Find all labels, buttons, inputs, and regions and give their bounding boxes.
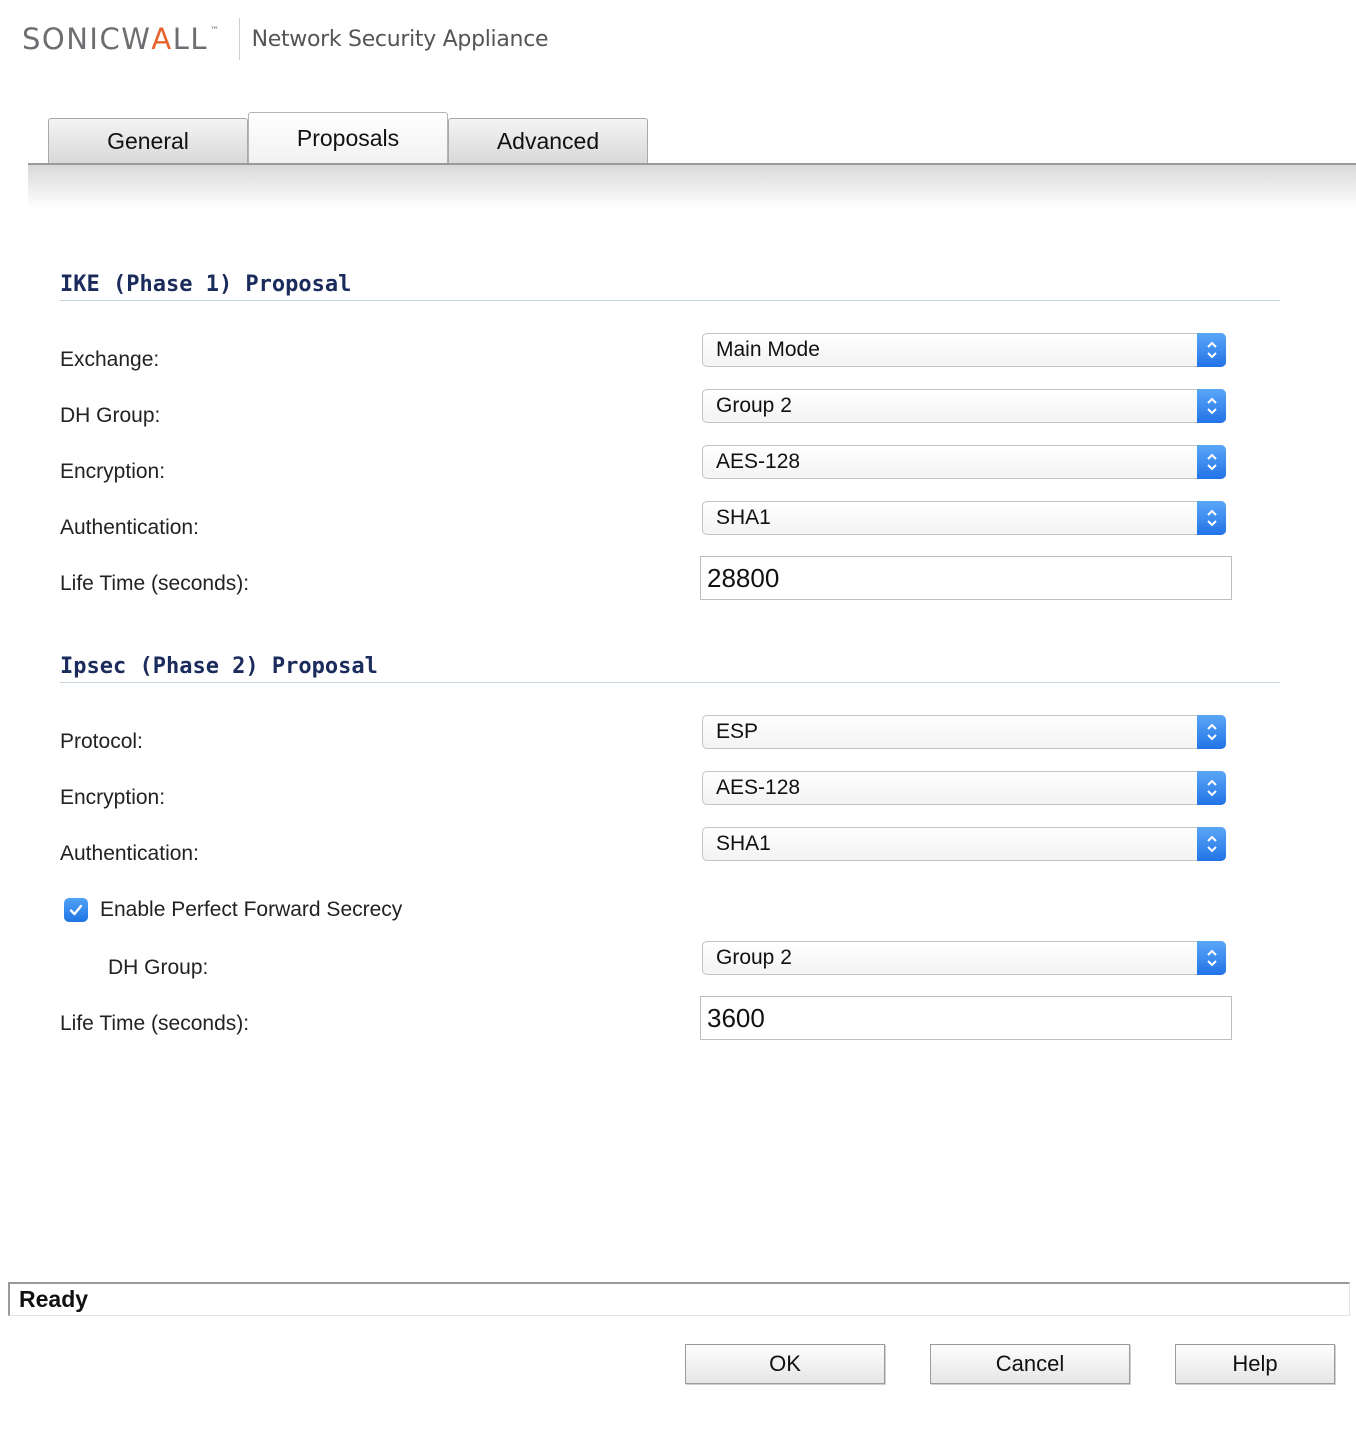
ike-exchange-select[interactable]: Main Mode	[702, 333, 1226, 367]
ipsec-encryption-select[interactable]: AES-128	[702, 771, 1226, 805]
ipsec-protocol-value: ESP	[716, 720, 759, 743]
ipsec-lifetime-input[interactable]: 3600	[700, 996, 1232, 1040]
chevron-up-down-icon	[1197, 501, 1226, 535]
chevron-up-down-icon	[1197, 827, 1226, 861]
ipsec-dh-group-value: Group 2	[716, 946, 792, 969]
ike-authentication-select[interactable]: SHA1	[702, 501, 1226, 535]
tab-advanced[interactable]: Advanced	[448, 118, 648, 164]
ike-lifetime-input[interactable]: 28800	[700, 556, 1232, 600]
chevron-up-down-icon	[1197, 445, 1226, 479]
ike-lifetime-label: Life Time (seconds):	[60, 572, 250, 595]
ike-section-title: IKE (Phase 1) Proposal	[60, 272, 352, 297]
ipsec-section-divider	[60, 682, 1280, 683]
tab-general[interactable]: General	[48, 118, 248, 164]
ike-dh-group-value: Group 2	[716, 394, 792, 417]
tab-content-shade	[28, 165, 1356, 209]
chevron-up-down-icon	[1197, 771, 1226, 805]
ike-exchange-label: Exchange:	[60, 348, 160, 371]
ipsec-dh-group-label: DH Group:	[108, 956, 209, 979]
logo-trademark: ™	[210, 26, 221, 36]
chevron-up-down-icon	[1197, 941, 1226, 975]
ipsec-authentication-label: Authentication:	[60, 842, 199, 865]
product-name: Network Security Appliance	[251, 26, 549, 52]
ike-authentication-label: Authentication:	[60, 516, 199, 539]
ipsec-protocol-label: Protocol:	[60, 730, 143, 753]
ipsec-protocol-select[interactable]: ESP	[702, 715, 1226, 749]
status-text: Ready	[19, 1286, 89, 1312]
ike-encryption-label: Encryption:	[60, 460, 166, 483]
ike-dh-group-label: DH Group:	[60, 404, 161, 427]
ipsec-authentication-select[interactable]: SHA1	[702, 827, 1226, 861]
logo-text-1: SONICW	[22, 22, 152, 56]
help-button[interactable]: Help	[1175, 1344, 1335, 1384]
ike-section-divider	[60, 300, 1280, 301]
tab-bar: General Proposals Advanced	[48, 112, 648, 164]
ike-dh-group-select[interactable]: Group 2	[702, 389, 1226, 423]
ipsec-dh-group-select[interactable]: Group 2	[702, 941, 1226, 975]
app-header: SONICW A LL ™ Network Security Appliance	[22, 18, 549, 60]
ipsec-lifetime-label: Life Time (seconds):	[60, 1012, 250, 1035]
sonicwall-logo: SONICW A LL ™	[22, 22, 221, 56]
ike-exchange-value: Main Mode	[716, 338, 820, 361]
pfs-checkbox[interactable]	[64, 898, 88, 922]
ipsec-authentication-value: SHA1	[716, 832, 771, 855]
ike-encryption-value: AES-128	[716, 450, 801, 473]
ike-authentication-value: SHA1	[716, 506, 771, 529]
checkmark-icon	[69, 904, 83, 916]
logo-text-2: A	[151, 22, 173, 56]
pfs-checkbox-row[interactable]: Enable Perfect Forward Secrecy	[64, 898, 402, 922]
chevron-up-down-icon	[1197, 333, 1226, 367]
ipsec-section-title: Ipsec (Phase 2) Proposal	[60, 654, 378, 679]
chevron-up-down-icon	[1197, 715, 1226, 749]
cancel-button[interactable]: Cancel	[930, 1344, 1130, 1384]
status-bar: Ready	[8, 1282, 1350, 1316]
logo-text-3: LL	[172, 22, 209, 56]
pfs-checkbox-label: Enable Perfect Forward Secrecy	[100, 898, 403, 921]
ok-button[interactable]: OK	[685, 1344, 885, 1384]
header-divider	[238, 18, 240, 60]
ipsec-encryption-label: Encryption:	[60, 786, 166, 809]
ike-encryption-select[interactable]: AES-128	[702, 445, 1226, 479]
tab-proposals[interactable]: Proposals	[248, 112, 448, 164]
chevron-up-down-icon	[1197, 389, 1226, 423]
ipsec-encryption-value: AES-128	[716, 776, 801, 799]
